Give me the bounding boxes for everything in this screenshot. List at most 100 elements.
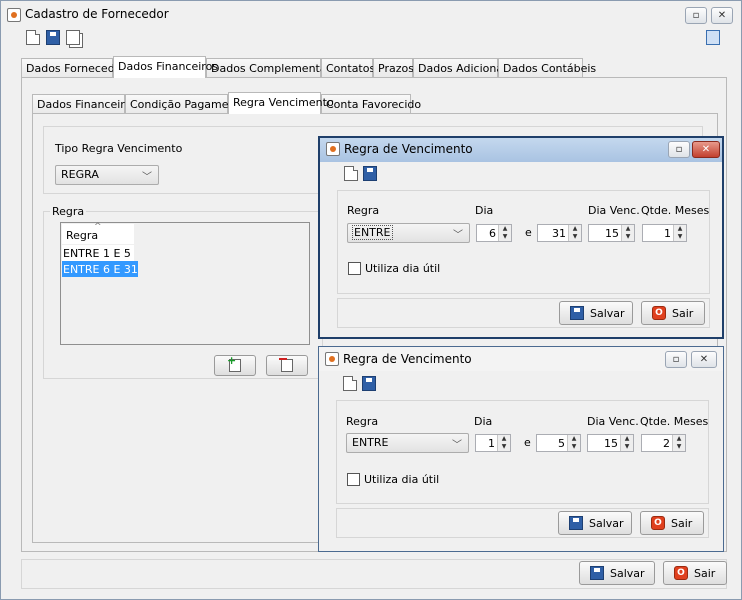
power-icon: O — [651, 516, 665, 530]
dia-to-value: 5 — [558, 437, 565, 450]
dia-venc-value: 15 — [605, 227, 619, 240]
qtde-meses-label: Qtde. Meses — [640, 415, 709, 428]
chevron-down-icon: ﹀ — [452, 440, 462, 451]
dialog1-title: Regra de Vencimento — [344, 142, 473, 156]
regra-row-selected[interactable]: ENTRE 6 E 31 — [62, 261, 138, 277]
spinner-arrows-icon[interactable]: ▲ ▼ — [620, 435, 633, 451]
subtab-condicao-pagamento[interactable]: Condição Pagamento — [125, 94, 247, 114]
dialog2-restore-button[interactable]: ▫ — [665, 351, 687, 368]
remove-icon — [279, 358, 293, 372]
tab-dados-financeiros[interactable]: Dados Financeiros — [113, 56, 218, 78]
dia-from-spinner[interactable]: 6 ▲ ▼ — [476, 224, 512, 242]
dialog1-restore-button[interactable]: ▫ — [668, 141, 690, 158]
e-label: e — [525, 226, 532, 239]
new-document-icon[interactable] — [26, 30, 40, 45]
power-icon: O — [652, 306, 666, 320]
save-icon — [590, 566, 604, 580]
spinner-arrows-icon[interactable]: ▲ ▼ — [621, 225, 634, 241]
dialog2-titlebar[interactable]: Regra de Vencimento ▫ ✕ — [319, 347, 723, 371]
dia-from-value: 1 — [488, 437, 495, 450]
regra-combo[interactable]: ENTRE ﹀ — [347, 223, 470, 243]
main-exit-button[interactable]: O Sair — [663, 561, 727, 585]
regra-group-label: Regra — [50, 205, 87, 218]
dialog1-form: Regra Dia Dia Venc. Qtde. Meses ENTRE ﹀ … — [337, 190, 710, 294]
save-icon — [570, 306, 584, 320]
regra-combo-value: ENTRE — [352, 436, 389, 449]
save-icon[interactable] — [363, 166, 377, 181]
remove-rule-button[interactable] — [266, 355, 308, 376]
regra-row[interactable]: ENTRE 1 E 5 — [62, 245, 134, 261]
dia-to-spinner[interactable]: 31 ▲ ▼ — [537, 224, 582, 242]
utiliza-dia-util-label: Utiliza dia útil — [365, 262, 441, 275]
java-icon — [325, 352, 339, 366]
power-icon: O — [674, 566, 688, 580]
tab-dados-adicionais[interactable]: Dados Adicionais — [413, 58, 512, 78]
spinner-arrows-icon[interactable]: ▲ ▼ — [568, 225, 581, 241]
utiliza-dia-util-checkbox[interactable] — [347, 473, 360, 486]
java-icon — [326, 142, 340, 156]
tab-dados-contabeis[interactable]: Dados Contábeis — [498, 58, 596, 78]
new-document-icon[interactable] — [344, 166, 358, 181]
dia-to-spinner[interactable]: 5 ▲ ▼ — [536, 434, 581, 452]
dialog2-title: Regra de Vencimento — [343, 352, 472, 366]
dialog1-exit-button[interactable]: O Sair — [641, 301, 705, 325]
dialog1-close-button[interactable]: ✕ — [692, 141, 720, 158]
add-rule-button[interactable]: + — [214, 355, 256, 376]
utiliza-dia-util-label: Utiliza dia útil — [364, 473, 440, 486]
close-button[interactable]: ✕ — [711, 7, 733, 24]
tab-dados-complementares[interactable]: Dados Complementares — [206, 58, 343, 78]
windows-icon[interactable] — [706, 30, 720, 45]
qtde-meses-spinner[interactable]: 2 ▲ ▼ — [641, 434, 686, 452]
dia-venc-spinner[interactable]: 15 ▲ ▼ — [588, 224, 635, 242]
regra-column-header[interactable]: ^ Regra — [62, 222, 134, 244]
copy-icon[interactable] — [66, 30, 80, 45]
dia-venc-label: Dia Venc. — [588, 204, 640, 217]
dialog1-titlebar[interactable]: Regra de Vencimento ▫ ✕ — [320, 138, 722, 162]
tipo-regra-combo[interactable]: REGRA ﹀ — [55, 165, 159, 185]
regra-group: Regra ^ Regra ENTRE 1 E 5 ENTRE 6 E 31 + — [43, 205, 323, 379]
dialog2-close-button[interactable]: ✕ — [691, 351, 717, 368]
dialog1-save-button[interactable]: Salvar — [559, 301, 633, 325]
new-document-icon[interactable] — [343, 376, 357, 391]
tipo-regra-label: Tipo Regra Vencimento — [55, 142, 183, 155]
spinner-arrows-icon[interactable]: ▲ ▼ — [672, 435, 685, 451]
dia-venc-value: 15 — [604, 437, 618, 450]
dia-from-spinner[interactable]: 1 ▲ ▼ — [475, 434, 511, 452]
spinner-arrows-icon[interactable]: ▲ ▼ — [567, 435, 580, 451]
spinner-arrows-icon[interactable]: ▲ ▼ — [498, 225, 511, 241]
subtab-dados-financeiros[interactable]: Dados Financeiros — [32, 94, 137, 114]
regra-combo-value: ENTRE — [352, 225, 393, 240]
java-icon — [7, 8, 21, 22]
dialog2-exit-button[interactable]: O Sair — [640, 511, 704, 535]
save-icon[interactable] — [362, 376, 376, 391]
regra-dialog-2: Regra de Vencimento ▫ ✕ Regra Dia Dia Ve… — [318, 346, 724, 552]
dia-label: Dia — [475, 204, 494, 217]
tipo-regra-value: REGRA — [61, 168, 99, 181]
save-icon — [569, 516, 583, 530]
utiliza-dia-util-checkbox[interactable] — [348, 262, 361, 275]
regra-label: Regra — [347, 204, 380, 217]
subtab-regra-vencimento[interactable]: Regra Vencimento — [228, 92, 334, 114]
qtde-meses-label: Qtde. Meses — [641, 204, 710, 217]
regra-table[interactable]: ^ Regra ENTRE 1 E 5 ENTRE 6 E 31 — [60, 222, 310, 345]
regra-combo[interactable]: ENTRE ﹀ — [346, 433, 469, 453]
e-label: e — [524, 436, 531, 449]
chevron-down-icon: ﹀ — [453, 230, 463, 241]
qtde-meses-value: 2 — [663, 437, 670, 450]
main-save-button[interactable]: Salvar — [579, 561, 655, 585]
tab-prazos[interactable]: Prazos — [373, 58, 414, 78]
save-icon[interactable] — [46, 30, 60, 45]
spinner-arrows-icon[interactable]: ▲ ▼ — [497, 435, 510, 451]
dia-to-value: 31 — [552, 227, 566, 240]
subtab-conta-favorecido[interactable]: Conta Favorecido — [321, 94, 421, 114]
main-titlebar[interactable]: Cadastro de Fornecedor ▫ ✕ — [1, 1, 741, 29]
restore-button[interactable]: ▫ — [685, 7, 707, 24]
spinner-arrows-icon[interactable]: ▲ ▼ — [673, 225, 686, 241]
dialog2-save-button[interactable]: Salvar — [558, 511, 632, 535]
tab-dados-fornecedor[interactable]: Dados Fornecedor — [21, 58, 126, 78]
tab-contatos[interactable]: Contatos — [321, 58, 375, 78]
regra-label: Regra — [346, 415, 379, 428]
qtde-meses-spinner[interactable]: 1 ▲ ▼ — [642, 224, 687, 242]
dia-label: Dia — [474, 415, 493, 428]
dia-venc-spinner[interactable]: 15 ▲ ▼ — [587, 434, 634, 452]
